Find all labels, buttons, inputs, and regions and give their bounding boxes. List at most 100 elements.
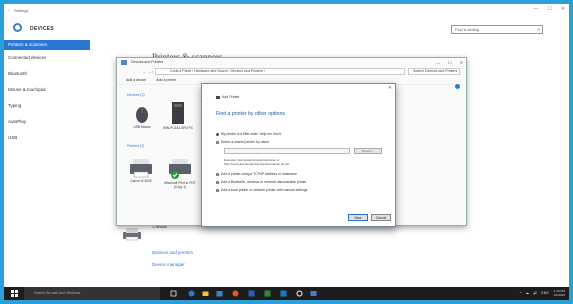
option-label: Add a printer using a TCP/IP address or … bbox=[221, 172, 297, 176]
system-tray: ^ ☁ 🔊 ENG bbox=[520, 287, 549, 300]
radio-selected[interactable] bbox=[216, 132, 219, 136]
dialog-back-icon[interactable]: ← bbox=[206, 95, 210, 100]
back-arrow-icon[interactable]: ← bbox=[4, 7, 14, 13]
volume-icon[interactable]: 🔊 bbox=[533, 287, 537, 300]
minimize-button[interactable]: — bbox=[533, 6, 538, 12]
printer-item[interactable]: Microsoft Print to PDF (Copy 1) bbox=[161, 158, 199, 189]
option-label: Add a local printer or network printer w… bbox=[221, 188, 308, 192]
example-text: Example: \\computername\printername or h… bbox=[224, 158, 290, 166]
address-row: ← → ↑ Control Panel › Hardware and Sound… bbox=[117, 67, 466, 76]
sidebar-item-usb[interactable]: USB bbox=[4, 130, 90, 146]
store-icon[interactable] bbox=[216, 290, 223, 297]
option-tcpip[interactable]: Add a printer using a TCP/IP address or … bbox=[216, 172, 297, 176]
printer-item[interactable]: Canon IX 4000 bbox=[123, 158, 159, 183]
option-label: Select a shared printer by name bbox=[221, 140, 270, 144]
example-line: http://computername/printers/printername… bbox=[224, 161, 290, 166]
dialog-title-text: Add Printer bbox=[222, 95, 240, 99]
dialog-close-icon[interactable]: ✕ bbox=[388, 85, 392, 91]
browse-button[interactable]: Browse... bbox=[354, 148, 382, 154]
taskbar-clock[interactable]: 1:15 PM 1/1/2016 bbox=[553, 289, 565, 297]
printer-label: Microsoft Print to PDF (Copy 1) bbox=[164, 181, 196, 189]
shared-printer-name-input[interactable] bbox=[224, 148, 350, 154]
cp-maximize-button[interactable]: ☐ bbox=[448, 58, 452, 67]
sidebar-item-connected-devices[interactable]: Connected devices bbox=[4, 50, 90, 66]
cancel-button[interactable]: Cancel bbox=[371, 214, 391, 221]
settings-window: ← Settings — ☐ ✕ DEVICES Find a setting … bbox=[4, 4, 569, 300]
cp-close-button[interactable]: ✕ bbox=[460, 58, 463, 67]
sidebar-item-bluetooth[interactable]: Bluetooth bbox=[4, 66, 90, 82]
device-item[interactable]: USB Mouse bbox=[127, 106, 157, 129]
device-item[interactable]: WIN-PC3A1-SRV-PC bbox=[161, 101, 195, 130]
settings-app-icon[interactable] bbox=[296, 290, 303, 297]
radio[interactable] bbox=[216, 172, 219, 176]
dialog-heading: Find a printer by other options bbox=[216, 111, 285, 117]
option-local-manual[interactable]: Add a local printer or network printer w… bbox=[216, 188, 307, 192]
app-icon-orange[interactable] bbox=[232, 290, 239, 297]
settings-window-title: Settings bbox=[14, 7, 29, 13]
printer-label: Canon IX 4000 bbox=[130, 179, 152, 183]
gear-icon bbox=[13, 23, 22, 32]
control-panel-title: Devices and Printers bbox=[131, 60, 164, 64]
radio[interactable] bbox=[216, 180, 219, 184]
cp-search-input[interactable]: Search Devices and Printers bbox=[408, 68, 460, 75]
app-icon-blue-2[interactable] bbox=[280, 290, 287, 297]
cp-window-controls: — ☐ ✕ bbox=[436, 58, 463, 67]
settings-header: DEVICES Find a setting ⌕ bbox=[4, 17, 569, 39]
dialog-title: Add Printer bbox=[216, 95, 240, 99]
add-printer-button[interactable]: Add a printer bbox=[156, 76, 176, 84]
file-explorer-icon[interactable] bbox=[202, 290, 209, 297]
mouse-icon bbox=[136, 107, 148, 123]
device-manager-link[interactable]: Device manager bbox=[152, 262, 185, 267]
option-bluetooth-wireless[interactable]: Add a Bluetooth, wireless or network dis… bbox=[216, 180, 307, 184]
control-panel-icon bbox=[121, 60, 127, 65]
nav-arrows-icon[interactable]: ← → ↑ bbox=[143, 70, 154, 74]
option-label: Add a Bluetooth, wireless or network dis… bbox=[221, 180, 307, 184]
settings-search-input[interactable]: Find a setting ⌕ bbox=[451, 25, 543, 34]
settings-heading: DEVICES bbox=[30, 26, 55, 32]
control-panel-taskbar-icon[interactable] bbox=[310, 290, 317, 297]
printers-section-header[interactable]: Printers (2) bbox=[127, 144, 144, 148]
next-button[interactable]: Next bbox=[348, 214, 368, 221]
sidebar-item-typing[interactable]: Typing bbox=[4, 98, 90, 114]
add-device-button[interactable]: Add a device bbox=[126, 76, 146, 84]
radio[interactable] bbox=[216, 140, 219, 144]
add-printer-dialog: ✕ ← Add Printer Find a printer by other … bbox=[201, 83, 396, 227]
app-icon-blue[interactable] bbox=[248, 290, 255, 297]
printer-icon bbox=[130, 159, 152, 178]
device-label: WIN-PC3A1-SRV-PC bbox=[162, 126, 194, 130]
edge-browser-icon[interactable] bbox=[188, 290, 195, 297]
sidebar-item-printers-scanners[interactable]: Printers & scanners bbox=[4, 40, 90, 50]
printer-icon bbox=[123, 228, 141, 241]
option-older-printer[interactable]: My printer is a little older. Help me fi… bbox=[216, 132, 282, 136]
printer-small-icon bbox=[216, 95, 220, 99]
devices-section-header[interactable]: Devices (2) bbox=[127, 93, 145, 97]
close-button[interactable]: ✕ bbox=[561, 6, 565, 12]
sidebar-item-autoplay[interactable]: AutoPlay bbox=[4, 114, 90, 130]
network-icon[interactable]: ☁ bbox=[526, 287, 530, 300]
device-label: USB Mouse bbox=[133, 125, 151, 129]
settings-sidebar: Printers & scanners Connected devices Bl… bbox=[4, 40, 90, 146]
taskbar: Search the web and Windows ^ ☁ 🔊 ENG 1:1… bbox=[4, 287, 569, 300]
settings-titlebar: ← Settings — ☐ ✕ bbox=[4, 4, 569, 16]
sidebar-item-mouse-touchpad[interactable]: Mouse & touchpad bbox=[4, 82, 90, 98]
clock-date: 1/1/2016 bbox=[553, 293, 565, 297]
maximize-button[interactable]: ☐ bbox=[547, 6, 551, 12]
window-controls: — ☐ ✕ bbox=[533, 6, 565, 12]
devices-and-printers-link[interactable]: Devices and printers bbox=[152, 250, 193, 255]
app-icon-green[interactable] bbox=[264, 290, 271, 297]
tray-overflow-icon[interactable]: ^ bbox=[520, 287, 522, 300]
printer-icon bbox=[169, 159, 191, 179]
help-icon[interactable] bbox=[455, 84, 460, 89]
radio[interactable] bbox=[216, 188, 219, 192]
cp-minimize-button[interactable]: — bbox=[436, 58, 440, 67]
windows-start-icon[interactable] bbox=[11, 290, 18, 297]
option-shared-printer[interactable]: Select a shared printer by name bbox=[216, 140, 269, 144]
address-bar[interactable]: Control Panel › Hardware and Sound › Dev… bbox=[155, 68, 405, 75]
task-view-icon[interactable] bbox=[170, 290, 177, 297]
computer-tower-icon bbox=[172, 102, 184, 124]
option-label: My printer is a little older. Help me fi… bbox=[221, 132, 283, 136]
control-panel-titlebar: Devices and Printers — ☐ ✕ bbox=[117, 58, 466, 67]
taskbar-search-input[interactable]: Search the web and Windows bbox=[24, 287, 160, 300]
language-indicator[interactable]: ENG bbox=[541, 287, 549, 300]
search-icon: ⌕ bbox=[537, 27, 540, 33]
